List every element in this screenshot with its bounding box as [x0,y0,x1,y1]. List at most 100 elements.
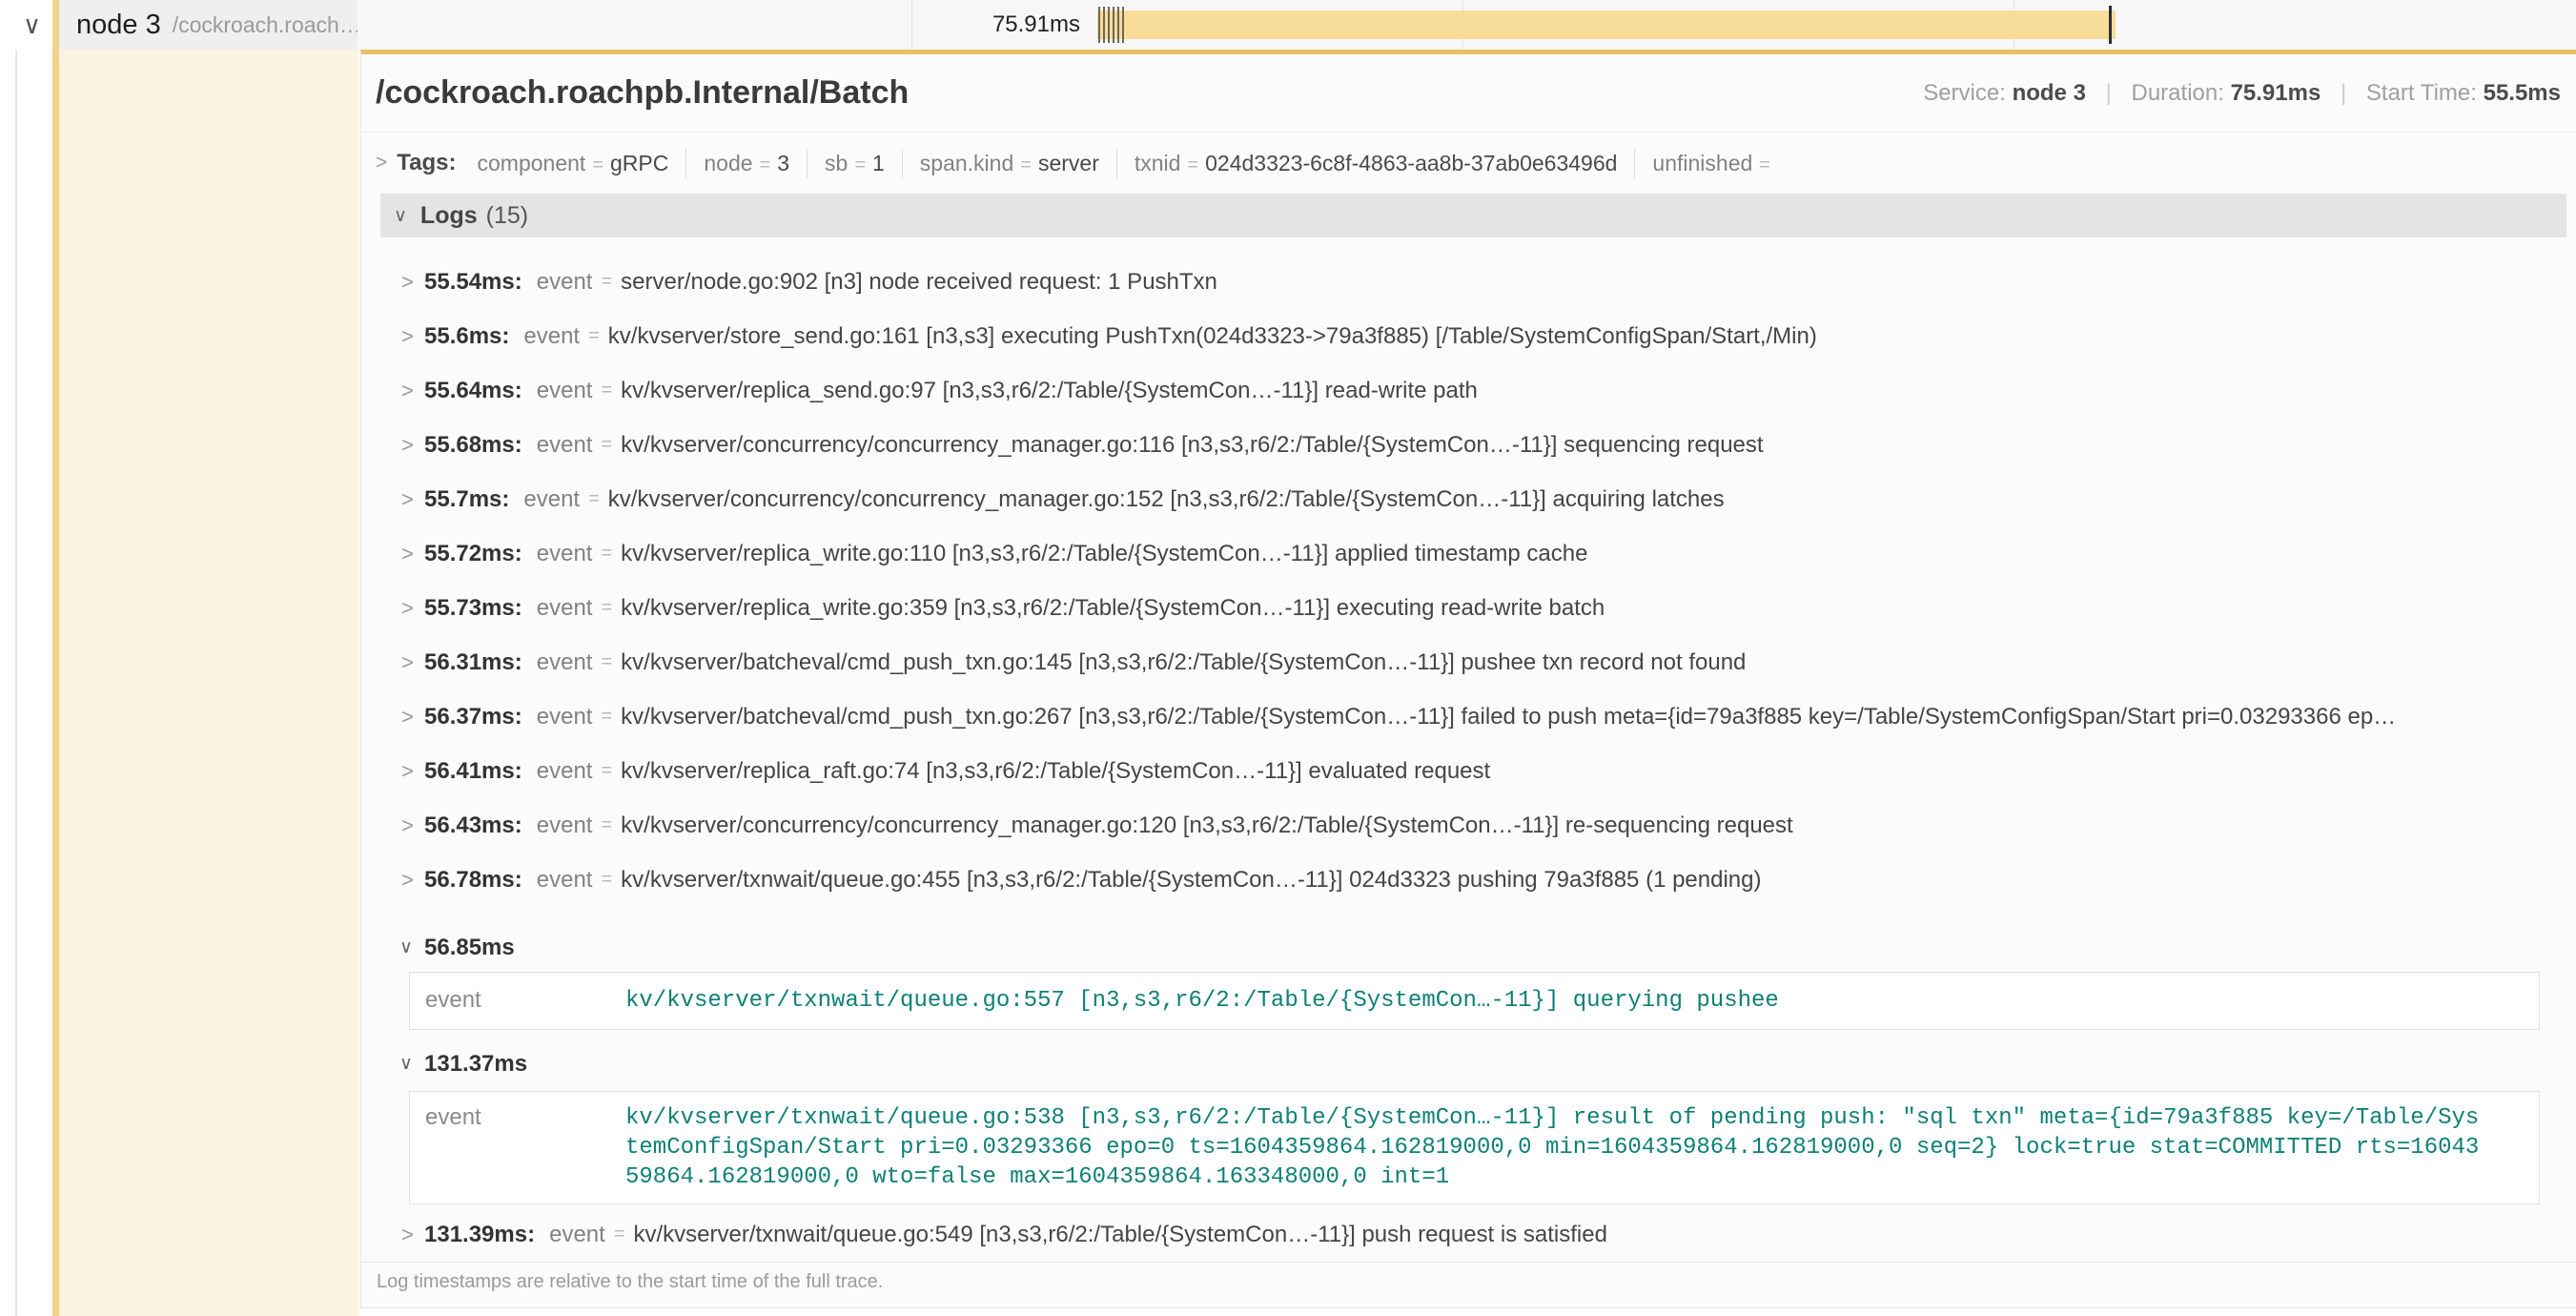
equals-sign: = [601,597,612,619]
log-field-name: event [537,867,593,894]
start-time-label: Start Time: [2366,80,2477,106]
log-field-name: event [523,323,580,350]
log-marker-tick [1113,7,1114,43]
log-marker-tick [1103,7,1105,43]
span-name-cell[interactable]: node 3 /cockroach.roach… [52,0,358,50]
log-entry-row[interactable]: >55.64ms:event=kv/kvserver/replica_send.… [380,363,2565,418]
log-entry-row[interactable]: >55.72ms:event=kv/kvserver/replica_write… [380,526,2565,581]
collapse-trace-chevron-icon[interactable]: ∨ [23,0,41,50]
chevron-right-icon: > [376,152,387,175]
log-marker-tick [1098,7,1100,43]
chevron-right-icon: > [401,433,424,458]
log-detail-box: eventkv/kvserver/txnwait/queue.go:538 [n… [409,1091,2540,1204]
span-operation-name: /cockroach.roach… [173,12,358,38]
equals-sign: = [601,814,612,836]
equals-sign: = [1187,154,1198,175]
log-entry-row[interactable]: >56.41ms:event=kv/kvserver/replica_raft.… [380,744,2565,798]
equals-sign: = [601,543,612,565]
log-message: kv/kvserver/concurrency/concurrency_mana… [608,486,1725,513]
log-message: kv/kvserver/concurrency/concurrency_mana… [621,432,1763,459]
tag-item[interactable]: node=3 [685,149,807,178]
log-timestamp: 56.31ms: [424,649,522,676]
chevron-right-icon: > [401,596,424,621]
log-entry-row[interactable]: >55.68ms:event=kv/kvserver/concurrency/c… [380,418,2565,472]
chevron-down-icon: ∨ [394,205,407,227]
log-marker-tick [1117,7,1119,43]
service-value: node 3 [2013,80,2086,106]
log-message: kv/kvserver/replica_raft.go:74 [n3,s3,r6… [621,758,1490,785]
tag-item[interactable]: span.kind=server [902,149,1116,178]
log-field-name: event [537,649,593,676]
start-time-value: 55.5ms [2484,80,2561,106]
tag-value: 024d3323-6c8f-4863-aa8b-37ab0e63496d [1205,151,1617,175]
log-entry-row[interactable]: >55.6ms:event=kv/kvserver/store_send.go:… [380,309,2565,363]
chevron-right-icon: > [401,650,424,675]
chevron-right-icon: > [401,813,424,838]
tags-list: component=gRPCnode=3sb=1span.kind=server… [460,149,1794,178]
logs-footer-note: Log timestamps are relative to the start… [361,1262,2576,1293]
equals-sign: = [588,488,600,510]
tag-key: unfinished [1652,151,1752,175]
tag-value: 3 [777,151,789,175]
left-rail-line [15,0,17,1316]
tag-value: gRPC [610,151,668,175]
chevron-right-icon: > [401,324,424,349]
equals-sign: = [601,380,612,401]
chevron-right-icon: > [401,542,424,566]
log-timestamp: 55.73ms: [424,595,522,622]
tag-item[interactable]: unfinished= [1634,149,1794,178]
span-color-accent [52,0,59,50]
logs-section-header[interactable]: ∨ Logs (15) [380,194,2566,237]
equals-sign: = [601,706,612,728]
tags-section[interactable]: > Tags: component=gRPCnode=3sb=1span.kin… [361,133,2576,194]
tag-key: component [478,151,586,175]
log-timestamp: 55.54ms: [424,269,522,296]
log-entry-row[interactable]: >56.78ms:event=kv/kvserver/txnwait/queue… [380,853,2565,907]
chevron-down-icon: ∨ [399,936,424,958]
log-message: kv/kvserver/replica_write.go:359 [n3,s3,… [621,595,1605,622]
log-marker-tick-end [2109,6,2112,44]
log-timestamp: 55.7ms: [424,486,509,513]
log-entry-row[interactable]: >55.7ms:event=kv/kvserver/concurrency/co… [380,472,2565,526]
log-timestamp: 55.64ms: [424,378,522,404]
log-field-name: event [425,1103,625,1192]
equals-sign: = [601,760,612,782]
log-message: kv/kvserver/batcheval/cmd_push_txn.go:26… [621,704,2396,730]
chevron-right-icon: > [401,759,424,784]
equals-sign: = [1020,154,1032,175]
chevron-right-icon: > [401,868,424,893]
log-timestamp: 56.37ms: [424,704,522,730]
log-field-name: event [537,432,593,459]
tag-value: server [1038,151,1099,175]
log-entry-row[interactable]: >56.31ms:event=kv/kvserver/batcheval/cmd… [380,635,2565,689]
log-entry-row[interactable]: >131.39ms:event=kv/kvserver/txnwait/queu… [380,1207,2565,1262]
meta-separator: | [2093,80,2125,106]
tag-item[interactable]: sb=1 [807,149,902,178]
log-entry-expanded-header[interactable]: ∨56.85ms [380,927,2565,968]
log-entry-expanded-header[interactable]: ∨131.37ms [380,1043,2565,1084]
log-message: kv/kvserver/txnwait/queue.go:455 [n3,s3,… [621,867,1761,894]
log-field-name: event [425,986,625,1016]
log-message: kv/kvserver/replica_write.go:110 [n3,s3,… [621,541,1587,567]
logs-list: >55.54ms:event=server/node.go:902 [n3] n… [380,237,2565,1262]
chevron-down-icon: ∨ [399,1053,424,1075]
log-entry-row[interactable]: >55.54ms:event=server/node.go:902 [n3] n… [380,255,2565,309]
log-field-value: kv/kvserver/txnwait/queue.go:557 [n3,s3,… [625,986,2484,1016]
chevron-right-icon: > [401,705,424,730]
log-timestamp: 55.68ms: [424,432,522,459]
tag-item[interactable]: txnid = 024d3323-6c8f-4863-aa8b-37ab0e6349… [1116,149,1635,178]
chevron-right-icon: > [401,1223,424,1247]
span-operation-title: /cockroach.roachpb.Internal/Batch [376,74,909,112]
span-meta: Service: node 3 | Duration: 75.91ms | St… [1923,80,2561,107]
log-message: kv/kvserver/concurrency/concurrency_mana… [621,812,1793,839]
span-duration-bar[interactable] [1097,10,2116,39]
log-entry-row[interactable]: >56.37ms:event=kv/kvserver/batcheval/cmd… [380,689,2565,744]
log-detail-box: eventkv/kvserver/txnwait/queue.go:557 [n… [409,972,2540,1030]
log-field-value: kv/kvserver/txnwait/queue.go:538 [n3,s3,… [625,1103,2484,1192]
log-entry-row[interactable]: >55.73ms:event=kv/kvserver/replica_write… [380,581,2565,635]
log-timestamp: 131.39ms: [424,1222,535,1248]
log-field-name: event [523,486,580,513]
tag-item[interactable]: component=gRPC [460,149,686,178]
tag-key: txnid [1135,151,1181,175]
log-entry-row[interactable]: >56.43ms:event=kv/kvserver/concurrency/c… [380,798,2565,853]
